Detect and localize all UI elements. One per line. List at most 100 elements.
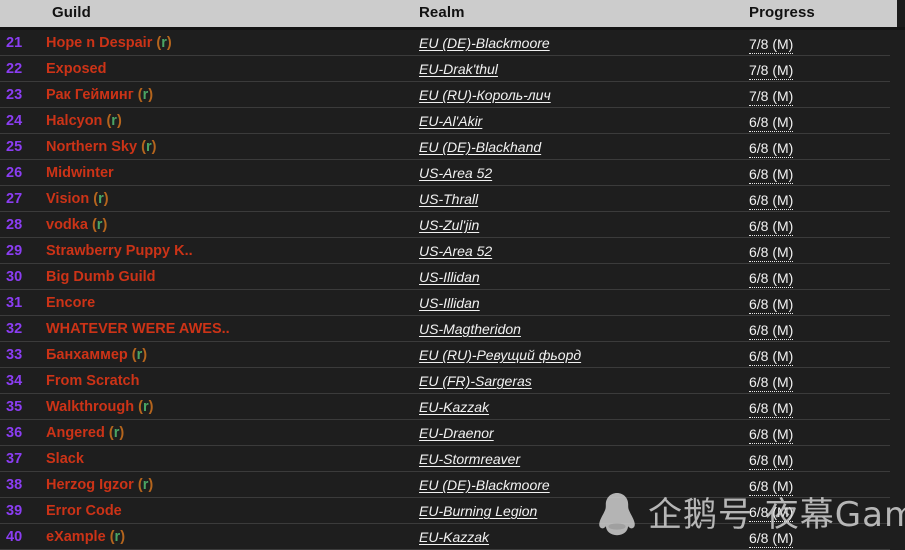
realm-link[interactable]: US-Illidan — [419, 264, 480, 290]
guild-name-link[interactable]: Halcyon (r) — [46, 108, 122, 134]
recruiting-badge: (r) — [137, 87, 154, 103]
guild-name-link[interactable]: Walkthrough (r) — [46, 394, 153, 420]
progress-value[interactable]: 6/8 (M) — [749, 475, 794, 496]
progress-value[interactable]: 7/8 (M) — [749, 59, 794, 80]
rank-cell: 39 — [6, 503, 23, 519]
column-header-progress[interactable]: Progress — [749, 0, 815, 25]
recruiting-badge: (r) — [93, 191, 109, 207]
guild-name-link[interactable]: Error Code — [46, 498, 122, 524]
guild-name-link[interactable]: Рак Гейминг (r) — [46, 82, 153, 108]
progress-value[interactable]: 6/8 (M) — [749, 449, 794, 470]
realm-link[interactable]: EU-Kazzak — [419, 394, 489, 420]
guild-name-text: Walkthrough — [46, 399, 135, 415]
table-row[interactable]: 31 Encore US-Illidan 6/8 (M) — [0, 290, 905, 316]
progress-value[interactable]: 6/8 (M) — [749, 163, 794, 184]
realm-link[interactable]: EU-Kazzak — [419, 524, 489, 550]
realm-link[interactable]: EU-Draenor — [419, 420, 494, 446]
table-row[interactable]: 28 vodka (r) US-Zul'jin 6/8 (M) — [0, 212, 905, 238]
guild-name-link[interactable]: Vision (r) — [46, 186, 109, 212]
progress-value[interactable]: 6/8 (M) — [749, 527, 794, 548]
progress-value[interactable]: 6/8 (M) — [749, 371, 794, 392]
guild-name-link[interactable]: Herzog Igzor (r) — [46, 472, 153, 498]
realm-link[interactable]: EU (RU)-Король-лич — [419, 82, 551, 108]
table-row[interactable]: 27 Vision (r) US-Thrall 6/8 (M) — [0, 186, 905, 212]
progress-value[interactable]: 6/8 (M) — [749, 501, 794, 522]
guild-name-text: Herzog Igzor — [46, 477, 134, 493]
realm-link[interactable]: US-Area 52 — [419, 160, 492, 186]
table-row[interactable]: 24 Halcyon (r) EU-Al'Akir 6/8 (M) — [0, 108, 905, 134]
table-row[interactable]: 37 Slack EU-Stormreaver 6/8 (M) — [0, 446, 905, 472]
guild-name-link[interactable]: Hope n Despair (r) — [46, 30, 172, 56]
progress-value[interactable]: 6/8 (M) — [749, 397, 794, 418]
recruiting-badge: (r) — [156, 35, 172, 51]
table-row[interactable]: 26 Midwinter US-Area 52 6/8 (M) — [0, 160, 905, 186]
guild-name-link[interactable]: Encore — [46, 290, 95, 316]
progress-value[interactable]: 6/8 (M) — [749, 293, 794, 314]
progress-value[interactable]: 6/8 (M) — [749, 423, 794, 444]
column-header-guild[interactable]: Guild — [52, 0, 91, 25]
progress-value[interactable]: 6/8 (M) — [749, 111, 794, 132]
guild-name-text: Exposed — [46, 61, 107, 77]
table-row[interactable]: 25 Northern Sky (r) EU (DE)-Blackhand 6/8 (… — [0, 134, 905, 160]
guild-name-link[interactable]: eXample (r) — [46, 524, 125, 550]
guild-name-link[interactable]: Exposed — [46, 56, 106, 82]
realm-link[interactable]: EU-Stormreaver — [419, 446, 520, 472]
realm-link[interactable]: US-Zul'jin — [419, 212, 479, 238]
table-row[interactable]: 22 Exposed EU-Drak'thul 7/8 (M) — [0, 56, 905, 82]
table-row[interactable]: 40 eXample (r) EU-Kazzak 6/8 (M) — [0, 524, 905, 550]
table-row[interactable]: 30 Big Dumb Guild US-Illidan 6/8 (M) — [0, 264, 905, 290]
guild-name-link[interactable]: Банхаммер (r) — [46, 342, 147, 368]
guild-name-link[interactable]: Midwinter — [46, 160, 114, 186]
guild-name-link[interactable]: Northern Sky (r) — [46, 134, 156, 160]
table-row[interactable]: 39 Error Code EU-Burning Legion 6/8 (M) — [0, 498, 905, 524]
realm-link[interactable]: EU (DE)-Blackhand — [419, 134, 541, 160]
progress-value[interactable]: 6/8 (M) — [749, 137, 794, 158]
guild-name-link[interactable]: vodka (r) — [46, 212, 107, 238]
guild-name-link[interactable]: From Scratch — [46, 368, 139, 394]
table-row[interactable]: 21 Hope n Despair (r) EU (DE)-Blackmoore 7/… — [0, 30, 905, 56]
guild-name-text: From Scratch — [46, 373, 140, 389]
progress-value[interactable]: 6/8 (M) — [749, 319, 794, 340]
guild-name-text: Big Dumb Guild — [46, 269, 156, 285]
table-row[interactable]: 29 Strawberry Puppy K.. US-Area 52 6/8 (M) — [0, 238, 905, 264]
guild-name-link[interactable]: Big Dumb Guild — [46, 264, 156, 290]
realm-link[interactable]: EU (DE)-Blackmoore — [419, 30, 550, 56]
realm-link[interactable]: EU-Drak'thul — [419, 56, 498, 82]
realm-link[interactable]: EU (FR)-Sargeras — [419, 368, 532, 394]
guild-name-link[interactable]: Slack — [46, 446, 84, 472]
guild-name-text: Vision — [46, 191, 90, 207]
table-row[interactable]: 34 From Scratch EU (FR)-Sargeras 6/8 (M) — [0, 368, 905, 394]
realm-link[interactable]: US-Magtheridon — [419, 316, 521, 342]
realm-link[interactable]: EU (DE)-Blackmoore — [419, 472, 550, 498]
guild-name-link[interactable]: WHATEVER WERE AWES.. — [46, 316, 230, 342]
column-header-realm[interactable]: Realm — [419, 0, 465, 25]
table-row[interactable]: 35 Walkthrough (r) EU-Kazzak 6/8 (M) — [0, 394, 905, 420]
progress-value[interactable]: 6/8 (M) — [749, 215, 794, 236]
guild-name-link[interactable]: Angered (r) — [46, 420, 124, 446]
realm-link[interactable]: EU (RU)-Ревущий фьорд — [419, 342, 581, 368]
table-row[interactable]: 38 Herzog Igzor (r) EU (DE)-Blackmoore 6/8 … — [0, 472, 905, 498]
progress-value[interactable]: 6/8 (M) — [749, 189, 794, 210]
table-row[interactable]: 33 Банхаммер (r) EU (RU)-Ревущий фьорд 6/8 … — [0, 342, 905, 368]
progress-value[interactable]: 7/8 (M) — [749, 33, 794, 54]
progress-value[interactable]: 7/8 (M) — [749, 85, 794, 106]
progress-value[interactable]: 6/8 (M) — [749, 267, 794, 288]
recruiting-badge: (r) — [91, 217, 108, 233]
guild-name-text: Slack — [46, 451, 84, 467]
table-row[interactable]: 32 WHATEVER WERE AWES.. US-Magtheridon 6/8 … — [0, 316, 905, 342]
guild-name-text: Error Code — [46, 503, 122, 519]
realm-link[interactable]: EU-Al'Akir — [419, 108, 482, 134]
rank-cell: 25 — [6, 139, 23, 155]
realm-link[interactable]: EU-Burning Legion — [419, 498, 537, 524]
progress-value[interactable]: 6/8 (M) — [749, 241, 794, 262]
rank-cell: 27 — [6, 191, 23, 207]
guild-name-text: WHATEVER WERE AWES.. — [46, 321, 230, 337]
table-row[interactable]: 36 Angered (r) EU-Draenor 6/8 (M) — [0, 420, 905, 446]
guild-name-link[interactable]: Strawberry Puppy K.. — [46, 238, 193, 264]
realm-link[interactable]: US-Area 52 — [419, 238, 492, 264]
table-row[interactable]: 23 Рак Гейминг (r) EU (RU)-Король-лич 7/8 (… — [0, 82, 905, 108]
realm-link[interactable]: US-Thrall — [419, 186, 478, 212]
progress-value[interactable]: 6/8 (M) — [749, 345, 794, 366]
rank-cell: 32 — [6, 321, 23, 337]
realm-link[interactable]: US-Illidan — [419, 290, 480, 316]
